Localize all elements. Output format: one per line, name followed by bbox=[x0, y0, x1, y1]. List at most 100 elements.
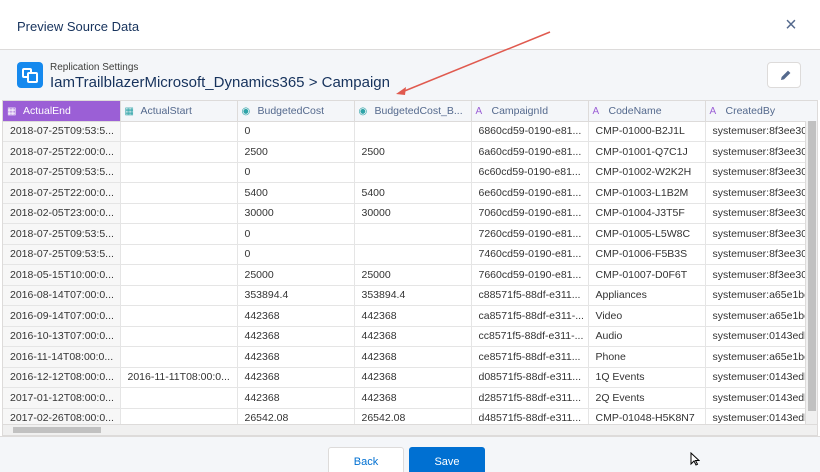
table-cell: 6e60cd59-0190-e81... bbox=[471, 182, 589, 204]
table-cell bbox=[120, 326, 238, 347]
table-row: 2018-02-05T23:00:0... 30000 30000 7060cd59-… bbox=[3, 203, 817, 224]
table-row: 2018-07-25T09:53:5... 0 7460cd59-0190-e81.… bbox=[3, 244, 817, 265]
table-cell: 2016-10-13T07:00:0... bbox=[3, 326, 121, 347]
table-row: 2016-10-13T07:00:0... 442368 442368 cc8571f… bbox=[3, 326, 817, 347]
vertical-scroll-thumb[interactable] bbox=[808, 121, 816, 411]
calendar-icon: ▦ bbox=[7, 105, 17, 117]
table-cell: 442368 bbox=[354, 326, 472, 347]
data-table: ▦ ActualEnd ▦ ActualStart ◉ BudgetedCost ◉ Budg… bbox=[3, 101, 817, 429]
table-row: 2018-07-25T22:00:0... 5400 5400 6e60cd59-01… bbox=[3, 182, 817, 204]
column-header-label: BudgetedCost_B... bbox=[374, 104, 463, 117]
edit-button[interactable] bbox=[767, 62, 801, 88]
table-cell: systemuser:a65e1be... bbox=[705, 305, 817, 327]
horizontal-scrollbar[interactable] bbox=[3, 424, 817, 435]
table-cell: 6860cd59-0190-e81... bbox=[471, 121, 589, 142]
table-cell bbox=[120, 244, 238, 265]
table-cell: d28571f5-88df-e311... bbox=[471, 387, 589, 409]
table-cell: 442368 bbox=[237, 346, 355, 368]
table-cell: 2017-01-12T08:00:0... bbox=[3, 387, 121, 409]
horizontal-scroll-thumb[interactable] bbox=[13, 427, 101, 433]
table-row: 2016-12-12T08:00:0... 2016-11-11T08:00:0.… bbox=[3, 367, 817, 388]
table-cell: 30000 bbox=[354, 203, 472, 224]
table-cell: 7460cd59-0190-e81... bbox=[471, 244, 589, 265]
table-cell: 1Q Events bbox=[588, 367, 706, 388]
save-button[interactable]: Save bbox=[409, 447, 485, 472]
table-cell: 2Q Events bbox=[588, 387, 706, 409]
table-cell: CMP-01000-B2J1L bbox=[588, 121, 706, 142]
table-cell: 25000 bbox=[354, 264, 472, 286]
close-icon[interactable]: × bbox=[780, 14, 802, 36]
pencil-icon bbox=[781, 70, 791, 80]
table-cell: systemuser:8f3ee30... bbox=[705, 141, 817, 163]
table-cell: systemuser:a65e1be... bbox=[705, 285, 817, 306]
table-cell: systemuser:a65e1be... bbox=[705, 346, 817, 368]
text-icon: A bbox=[592, 105, 600, 117]
table-cell: 0 bbox=[237, 223, 355, 245]
table-cell: 442368 bbox=[237, 305, 355, 327]
table-cell: d08571f5-88df-e311... bbox=[471, 367, 589, 388]
table-cell: CMP-01001-Q7C1J bbox=[588, 141, 706, 163]
table-cell: 2500 bbox=[237, 141, 355, 163]
table-cell: 442368 bbox=[354, 387, 472, 409]
table-row: 2016-11-14T08:00:0... 442368 442368 ce8571f… bbox=[3, 346, 817, 368]
replication-object-icon bbox=[17, 62, 43, 88]
table-cell: 5400 bbox=[354, 182, 472, 204]
source-data-grid[interactable]: ▦ ActualEnd ▦ ActualStart ◉ BudgetedCost ◉ Budg… bbox=[2, 100, 818, 436]
table-cell: CMP-01002-W2K2H bbox=[588, 162, 706, 183]
column-header-campaignid[interactable]: A CampaignId bbox=[471, 101, 589, 122]
table-cell: CMP-01003-L1B2M bbox=[588, 182, 706, 204]
column-header-budgetedcost-b[interactable]: ◉ BudgetedCost_B... bbox=[354, 101, 472, 122]
table-cell: systemuser:8f3ee30... bbox=[705, 223, 817, 245]
table-cell: 0 bbox=[237, 244, 355, 265]
table-cell bbox=[354, 244, 472, 265]
table-cell: systemuser:8f3ee30... bbox=[705, 121, 817, 142]
column-header-actualend[interactable]: ▦ ActualEnd bbox=[3, 101, 121, 122]
back-button[interactable]: Back bbox=[328, 447, 404, 472]
table-cell: ce8571f5-88df-e311... bbox=[471, 346, 589, 368]
column-header-label: CodeName bbox=[608, 104, 662, 117]
table-cell: 2018-07-25T09:53:5... bbox=[3, 223, 121, 245]
table-cell: 2018-07-25T09:53:5... bbox=[3, 121, 121, 142]
text-icon: A bbox=[709, 105, 717, 117]
table-cell: CMP-01004-J3T5F bbox=[588, 203, 706, 224]
currency-icon: ◉ bbox=[241, 105, 251, 117]
table-row: 2018-07-25T09:53:5... 0 6c60cd59-0190-e81.… bbox=[3, 162, 817, 183]
table-cell: 6a60cd59-0190-e81... bbox=[471, 141, 589, 163]
table-cell: CMP-01005-L5W8C bbox=[588, 223, 706, 245]
table-cell: 2016-08-14T07:00:0... bbox=[3, 285, 121, 306]
table-cell: systemuser:8f3ee30... bbox=[705, 244, 817, 265]
table-cell: 353894.4 bbox=[354, 285, 472, 306]
preview-modal: Preview Source Data × Replication Settin… bbox=[0, 0, 820, 472]
column-header-label: ActualStart bbox=[140, 104, 192, 117]
vertical-scrollbar[interactable] bbox=[805, 121, 817, 426]
table-cell: CMP-01006-F5B3S bbox=[588, 244, 706, 265]
column-header-actualstart[interactable]: ▦ ActualStart bbox=[120, 101, 238, 122]
object-title: IamTrailblazerMicrosoft_Dynamics365 > Ca… bbox=[50, 74, 390, 91]
table-cell: 30000 bbox=[237, 203, 355, 224]
table-cell bbox=[354, 223, 472, 245]
table-cell: Video bbox=[588, 305, 706, 327]
table-cell: ca8571f5-88df-e311-... bbox=[471, 305, 589, 327]
column-header-codename[interactable]: A CodeName bbox=[588, 101, 706, 122]
table-cell: CMP-01007-D0F6T bbox=[588, 264, 706, 286]
object-header: Replication Settings IamTrailblazerMicro… bbox=[0, 50, 820, 100]
table-cell: systemuser:0143edb... bbox=[705, 387, 817, 409]
table-cell: Phone bbox=[588, 346, 706, 368]
table-cell bbox=[354, 121, 472, 142]
table-cell: Audio bbox=[588, 326, 706, 347]
header-row: ▦ ActualEnd ▦ ActualStart ◉ BudgetedCost ◉ Budg… bbox=[3, 101, 817, 122]
table-cell: 0 bbox=[237, 162, 355, 183]
table-cell: Appliances bbox=[588, 285, 706, 306]
table-cell: 2500 bbox=[354, 141, 472, 163]
column-header-createdby[interactable]: A CreatedBy bbox=[705, 101, 817, 122]
table-cell bbox=[120, 346, 238, 368]
table-cell bbox=[120, 203, 238, 224]
table-cell: systemuser:8f3ee30... bbox=[705, 264, 817, 286]
mouse-cursor-icon bbox=[690, 452, 700, 466]
column-header-budgetedcost[interactable]: ◉ BudgetedCost bbox=[237, 101, 355, 122]
table-cell bbox=[120, 182, 238, 204]
table-cell: 2018-07-25T09:53:5... bbox=[3, 244, 121, 265]
column-header-label: CreatedBy bbox=[725, 104, 776, 117]
table-cell bbox=[120, 387, 238, 409]
table-cell: c88571f5-88df-e311... bbox=[471, 285, 589, 306]
